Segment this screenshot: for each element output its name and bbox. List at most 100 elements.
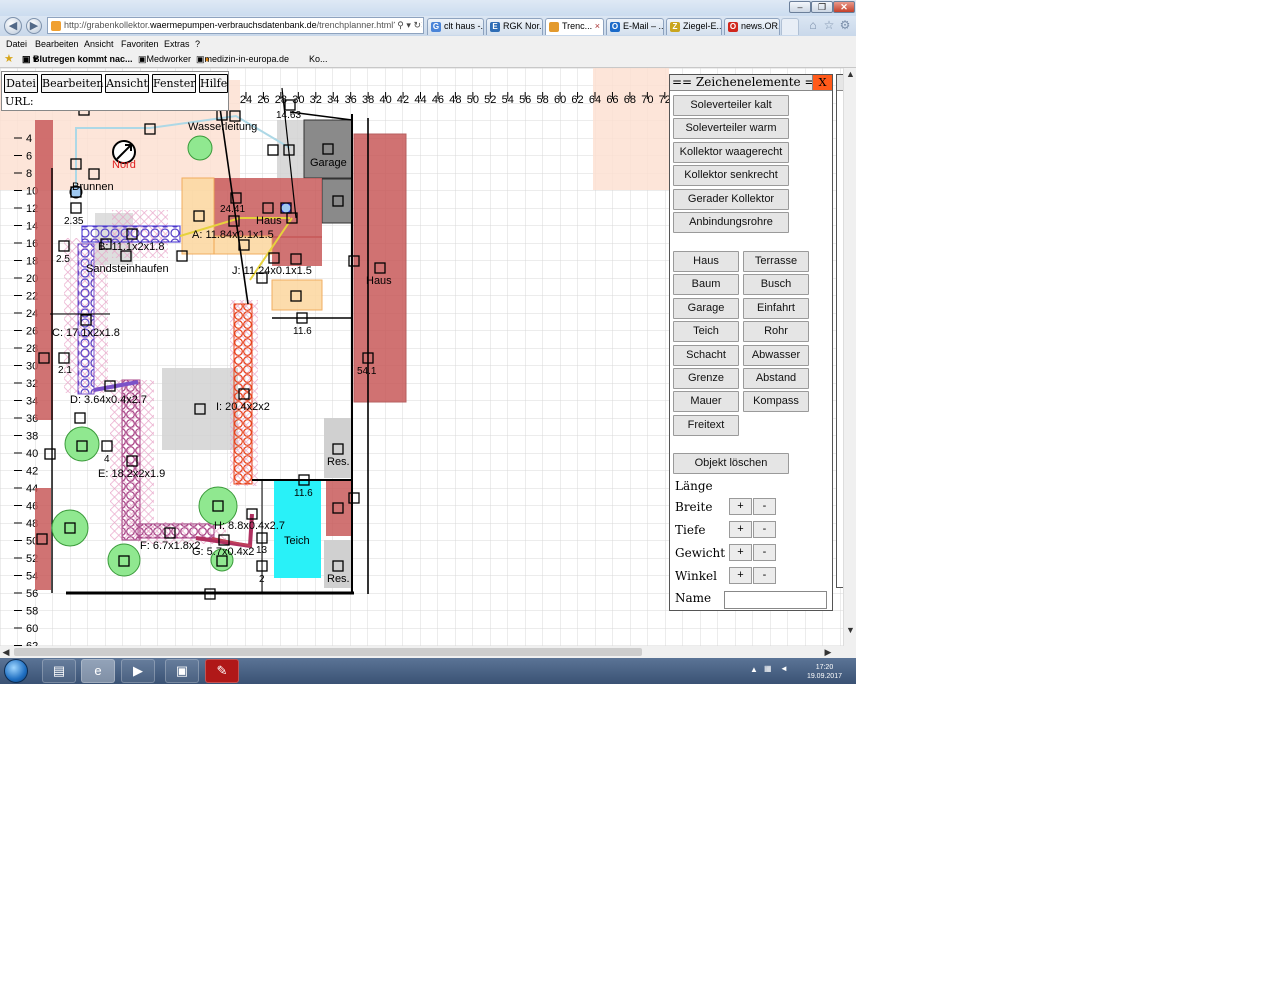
home-icon[interactable]: ⌂	[806, 18, 820, 32]
rohr-button[interactable]: Rohr	[743, 321, 809, 343]
soleverteiler-kalt-button[interactable]: Soleverteiler kalt	[673, 95, 789, 116]
name-field[interactable]	[724, 591, 827, 609]
app-menu-datei[interactable]: Datei	[4, 74, 38, 93]
menu-ansicht[interactable]: Ansicht	[84, 36, 114, 52]
start-button[interactable]	[4, 659, 28, 683]
scroll-left-icon[interactable]: ◀	[0, 646, 12, 658]
tree[interactable]	[51, 509, 89, 547]
tiefe-plus-button[interactable]: +	[729, 521, 752, 538]
refresh-icon[interactable]: ↻	[413, 20, 421, 30]
reserve-area-1[interactable]	[324, 418, 352, 478]
garage[interactable]	[303, 119, 353, 179]
settings-gear-icon[interactable]: ⚙	[838, 18, 852, 32]
restore-button[interactable]: ❐	[811, 1, 833, 13]
soleverteiler-warm-button[interactable]: Soleverteiler warm	[673, 118, 789, 140]
favorites-star-icon[interactable]: ★	[4, 52, 14, 67]
browser-tab[interactable]: Trenc... ×	[545, 18, 604, 35]
volume-icon[interactable]: ◄	[780, 664, 788, 673]
app-menu-hilfe[interactable]: Hilfe	[199, 74, 228, 93]
anbindungsrohre-button[interactable]: Anbindungsrohre	[673, 212, 789, 233]
tree[interactable]	[107, 543, 141, 577]
manhole[interactable]	[280, 202, 292, 214]
delete-object-button[interactable]: Objekt löschen	[673, 453, 789, 474]
pdf-icon[interactable]: ✎	[205, 659, 239, 683]
menu-favoriten[interactable]: Favoriten	[121, 36, 159, 52]
freitext-button[interactable]: Freitext	[673, 414, 739, 436]
clock[interactable]: 17:20 19.09.2017	[807, 663, 842, 681]
tree[interactable]	[64, 426, 100, 462]
favorites-star-icon[interactable]: ☆	[822, 18, 836, 32]
winkel-plus-button[interactable]: +	[729, 567, 752, 584]
gewicht-plus-button[interactable]: +	[729, 544, 752, 561]
breite-plus-button[interactable]: +	[729, 498, 752, 515]
terrasse-button[interactable]: Terrasse	[743, 251, 809, 272]
breite-minus-button[interactable]: -	[753, 498, 776, 515]
favorite-medizin[interactable]: ▣ ● medizin-in-europa.de	[196, 52, 289, 67]
busch-button[interactable]: Busch	[743, 274, 809, 296]
browser-tab[interactable]: E RGK Nor...	[486, 18, 543, 35]
house-right[interactable]	[353, 133, 407, 403]
minimize-button[interactable]: –	[789, 1, 811, 13]
mauer-button[interactable]: Mauer	[673, 391, 739, 413]
favorite-medworker[interactable]: ▣ Medworker	[138, 52, 191, 67]
new-tab-button[interactable]	[781, 18, 799, 35]
kompass-button[interactable]: Kompass	[743, 391, 809, 413]
scroll-right-icon[interactable]: ▶	[822, 646, 834, 658]
winkel-minus-button[interactable]: -	[753, 567, 776, 584]
search-icon[interactable]: ⚲	[397, 20, 404, 30]
favorite-ko[interactable]: Ko...	[309, 52, 328, 67]
tray-expand-icon[interactable]: ▲	[750, 665, 758, 674]
menu-datei[interactable]: Datei	[6, 36, 27, 52]
kollektor-senkrecht-button[interactable]: Kollektor senkrecht	[673, 165, 789, 187]
app-menu-fenster[interactable]: Fenster	[152, 74, 196, 93]
tree[interactable]	[187, 135, 213, 161]
garage-button[interactable]: Garage	[673, 297, 739, 319]
close-window-button[interactable]: ✕	[833, 1, 855, 13]
gerader-kollektor-button[interactable]: Gerader Kollektor	[673, 188, 789, 210]
wall-left-house[interactable]	[35, 120, 53, 420]
favorite-blutregen[interactable]: ▣ Blutregen kommt nac... ▾	[22, 52, 133, 67]
app-menu-ansicht[interactable]: Ansicht	[105, 74, 149, 93]
browser-tab[interactable]: O E-Mail – ...	[606, 18, 664, 35]
terrace[interactable]	[181, 177, 215, 255]
panel-close-button[interactable]: X	[812, 75, 832, 90]
network-icon[interactable]: ▦	[764, 664, 772, 673]
baum-button[interactable]: Baum	[673, 274, 739, 296]
scroll-down-icon[interactable]: ▼	[844, 624, 856, 637]
horizontal-scrollbar[interactable]: ◀ ▶	[0, 646, 843, 658]
media-icon[interactable]: ▶	[121, 659, 155, 683]
browser-tab[interactable]: Gclt haus -...	[427, 18, 484, 35]
ie-icon[interactable]: e	[81, 659, 115, 683]
schacht-button[interactable]: Schacht	[673, 344, 739, 366]
abstand-button[interactable]: Abstand	[743, 368, 809, 389]
tiefe-minus-button[interactable]: -	[753, 521, 776, 538]
menu-bearbeiten[interactable]: Bearbeiten	[35, 36, 79, 52]
photos-icon[interactable]: ▣	[165, 659, 199, 683]
tab-close-icon[interactable]: ×	[595, 19, 600, 34]
back-button[interactable]: ◀	[4, 17, 22, 35]
terrace[interactable]	[271, 279, 323, 311]
horizontal-scroll-thumb[interactable]	[14, 648, 642, 656]
teich-button[interactable]: Teich	[673, 321, 739, 343]
collector-f[interactable]	[137, 523, 215, 539]
scroll-up-icon[interactable]: ▲	[844, 68, 856, 81]
small-house[interactable]	[326, 480, 352, 536]
browser-tab[interactable]: Onews.OR...	[724, 18, 780, 35]
panel-title-bar[interactable]: == Zeichenelemente == X	[670, 75, 832, 91]
menu-help[interactable]: ?	[195, 36, 200, 52]
forward-button[interactable]: ▶	[26, 18, 42, 34]
explorer-icon[interactable]: ▤	[42, 659, 76, 683]
browser-tab[interactable]: Z Ziegel-E...	[666, 18, 722, 35]
dropdown-arrow-icon[interactable]: ▾	[406, 20, 411, 30]
abwasser-button[interactable]: Abwasser	[743, 344, 809, 366]
address-bar[interactable]: http://grabenkollektor.waermepumpen-verb…	[47, 17, 424, 34]
kollektor-waagerecht-button[interactable]: Kollektor waagerecht	[673, 141, 789, 163]
vertical-scrollbar[interactable]: ▲ ▼	[843, 68, 856, 646]
app-menu-bearbeiten[interactable]: Bearbeiten	[41, 74, 104, 93]
gewicht-minus-button[interactable]: -	[753, 544, 776, 561]
grenze-button[interactable]: Grenze	[673, 368, 739, 389]
garage-annex[interactable]	[321, 178, 353, 224]
einfahrt-button[interactable]: Einfahrt	[743, 297, 809, 319]
menu-extras[interactable]: Extras	[164, 36, 190, 52]
haus-button[interactable]: Haus	[673, 251, 739, 272]
